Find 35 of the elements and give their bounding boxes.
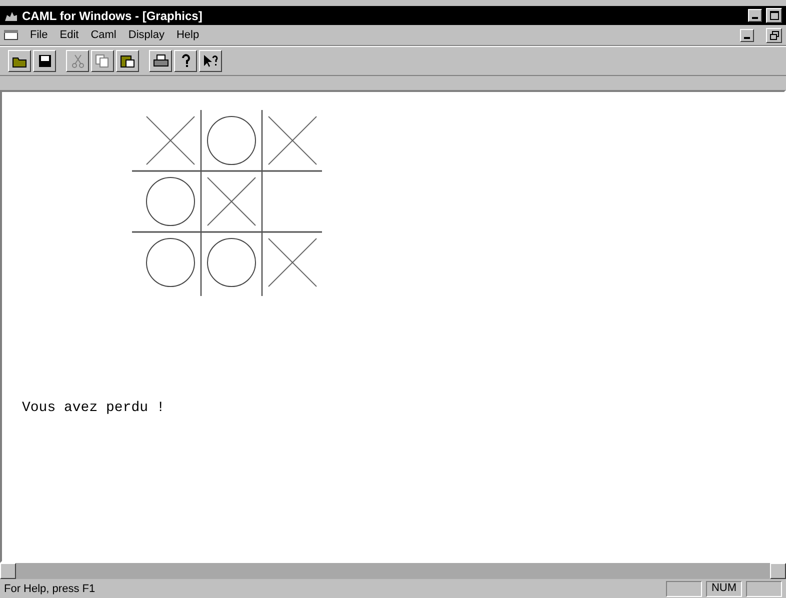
scissors-icon (70, 54, 84, 68)
game-message: Vous avez perdu ! (22, 400, 166, 416)
arrow-question-icon (202, 54, 218, 68)
printer-icon (152, 54, 168, 68)
toolbar-button[interactable] (8, 50, 31, 72)
menu-item[interactable]: File (30, 29, 48, 41)
minimize-button[interactable] (748, 9, 762, 22)
copy-icon (95, 54, 110, 68)
status-indicator: NUM (706, 580, 742, 596)
clipboard-icon (120, 54, 135, 68)
toolbar-button[interactable] (199, 50, 222, 72)
toolbar-button[interactable] (174, 50, 197, 72)
maximize-icon (770, 11, 778, 20)
window-title: CAML for Windows - [Graphics] (22, 8, 204, 22)
restore-button[interactable] (766, 28, 782, 42)
toolbar-button[interactable] (149, 50, 172, 72)
maximize-button[interactable] (766, 8, 782, 23)
minimize-icon (752, 17, 758, 19)
toolbar-button[interactable] (33, 50, 56, 72)
document-menu-icon[interactable] (4, 30, 18, 40)
menu-item[interactable]: Help (176, 29, 200, 41)
restore-icon (770, 30, 778, 40)
status-panel (746, 580, 782, 596)
status-text: For Help, press F1 (4, 582, 96, 594)
toolbar-button[interactable] (116, 50, 139, 72)
scroll-left-button[interactable] (0, 563, 16, 579)
question-mark-icon (180, 54, 190, 68)
menu-item[interactable]: Caml (90, 29, 116, 41)
minimize-button[interactable] (740, 28, 754, 42)
minimize-icon (744, 36, 750, 38)
menu-item[interactable]: Display (128, 29, 164, 41)
status-panel (666, 580, 702, 596)
scroll-right-button[interactable] (770, 563, 786, 579)
horizontal-scrollbar[interactable] (0, 563, 786, 579)
menu-item[interactable]: Edit (60, 29, 79, 41)
